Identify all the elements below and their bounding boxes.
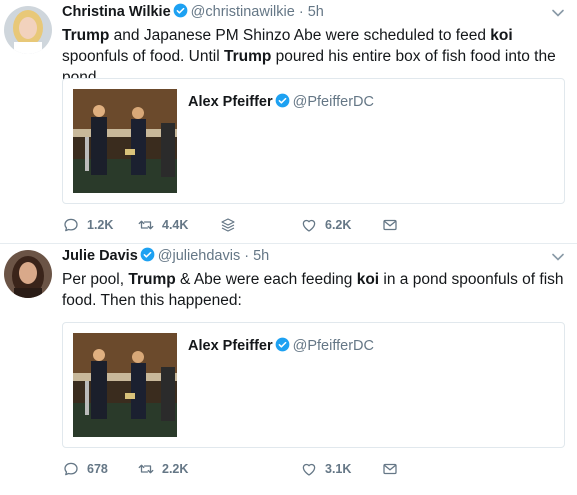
message-button[interactable] (381, 216, 399, 234)
retweet-icon (138, 220, 154, 230)
heart-icon (302, 219, 316, 232)
author-handle[interactable]: @christinawilkie (191, 4, 295, 20)
reply-icon (64, 462, 78, 476)
verified-icon (173, 3, 188, 18)
highlighted-keyword: Trump (224, 48, 272, 65)
quoted-author-name[interactable]: Alex Pfeiffer (188, 94, 273, 110)
separator-dot: · (244, 248, 250, 264)
quoted-author-handle[interactable]: @PfeifferDC (293, 338, 374, 354)
chevron-down-icon[interactable] (551, 250, 565, 264)
quoted-tweet-card[interactable]: Alex Pfeiffer @PfeifferDC (62, 322, 565, 448)
author-handle[interactable]: @juliehdavis (158, 248, 240, 264)
text-run: and Japanese PM Shinzo Abe were schedule… (109, 27, 491, 44)
tweet[interactable]: Julie Davis @juliehdavis · 5h Per pool, T… (0, 244, 577, 495)
retweet-count: 2.2K (162, 462, 189, 476)
timestamp[interactable]: 5h (308, 4, 324, 20)
reply-icon (64, 218, 78, 232)
like-count: 6.2K (325, 218, 352, 232)
highlighted-keyword: Trump (62, 27, 110, 44)
message-button[interactable] (381, 460, 399, 478)
highlighted-keyword: koi (356, 271, 380, 288)
tweet-actions: 1.2K 4.4K 6.2K (62, 216, 567, 236)
highlighted-keyword: koi (490, 27, 513, 44)
layers-button[interactable] (219, 216, 237, 234)
envelope-icon (383, 463, 397, 475)
author-name[interactable]: Julie Davis (62, 248, 138, 264)
retweet-count: 4.4K (162, 218, 189, 232)
quoted-author-name[interactable]: Alex Pfeiffer (188, 338, 273, 354)
avatar[interactable] (4, 250, 52, 298)
tweet-actions: 678 2.2K 3.1K (62, 460, 567, 480)
quoted-header: Alex Pfeiffer @PfeifferDC (188, 93, 374, 110)
tweet-header: Julie Davis @juliehdavis · 5h (62, 247, 269, 264)
retweet-icon (138, 464, 154, 474)
verified-icon (275, 93, 289, 108)
quoted-media-thumbnail[interactable] (73, 89, 177, 193)
reply-count: 678 (87, 462, 108, 476)
text-run: Per pool, (62, 271, 129, 288)
envelope-icon (383, 219, 397, 231)
highlighted-keyword: Trump (128, 271, 176, 288)
reply-button[interactable]: 678 (62, 460, 108, 478)
tweet-header: Christina Wilkie @christinawilkie · 5h (62, 3, 324, 20)
layers-icon (221, 218, 235, 232)
like-button[interactable]: 6.2K (300, 216, 351, 234)
retweet-button[interactable]: 2.2K (137, 460, 188, 478)
quoted-author-handle[interactable]: @PfeifferDC (293, 94, 374, 110)
like-count: 3.1K (325, 462, 352, 476)
reply-button[interactable]: 1.2K (62, 216, 113, 234)
avatar[interactable] (4, 6, 52, 54)
tweet-text: Per pool, Trump & Abe were each feeding … (62, 269, 567, 311)
separator-dot: · (298, 4, 304, 20)
chevron-down-icon[interactable] (551, 6, 565, 20)
heart-icon (302, 463, 316, 476)
verified-icon (275, 337, 289, 352)
quoted-media-thumbnail[interactable] (73, 333, 177, 437)
retweet-button[interactable]: 4.4K (137, 216, 188, 234)
quoted-header: Alex Pfeiffer @PfeifferDC (188, 337, 374, 354)
text-run: spoonfuls of food. Until (62, 48, 224, 65)
author-name[interactable]: Christina Wilkie (62, 4, 171, 20)
tweet[interactable]: Christina Wilkie @christinawilkie · 5h Tr… (0, 0, 577, 244)
reply-count: 1.2K (87, 218, 114, 232)
text-run: & Abe were each feeding (175, 271, 357, 288)
timestamp[interactable]: 5h (253, 248, 269, 264)
quoted-tweet-card[interactable]: Alex Pfeiffer @PfeifferDC (62, 78, 565, 204)
like-button[interactable]: 3.1K (300, 460, 351, 478)
verified-icon (140, 247, 155, 262)
